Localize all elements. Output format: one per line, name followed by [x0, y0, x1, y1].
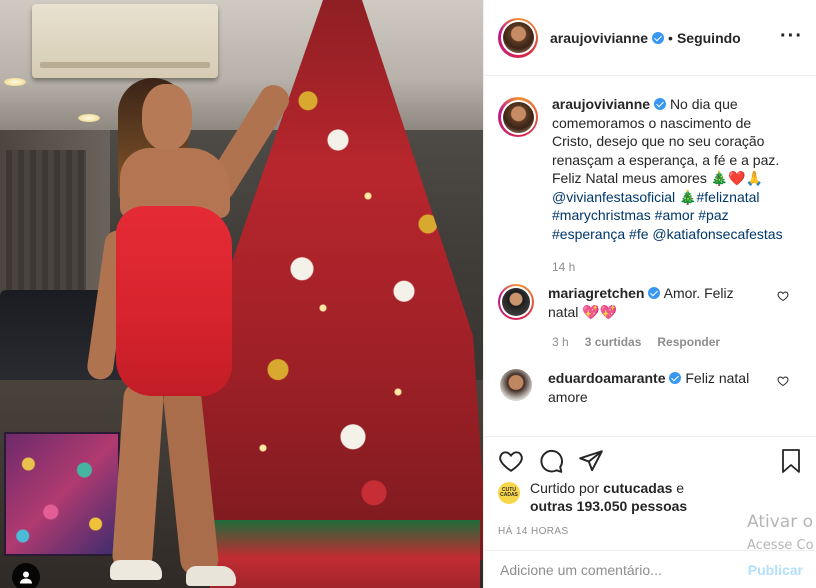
avatar-border — [500, 286, 532, 318]
photo-person-face — [142, 84, 192, 150]
liker-avatar[interactable]: CUTU CADAS — [498, 482, 520, 504]
commenter-avatar-image — [502, 288, 530, 316]
comment-emoji: 💖💖 — [582, 303, 618, 320]
reply-button[interactable]: Responder — [657, 335, 720, 349]
comment-text: mariagretchen Amor. Feliz natal 💖💖 — [548, 284, 758, 321]
comment-input[interactable] — [500, 561, 730, 578]
post-side-panel: araujovivianne • Seguindo ··· araujovivi… — [483, 0, 816, 588]
comment-item: mariagretchen Amor. Feliz natal 💖💖 — [498, 284, 803, 321]
post-caption: araujovivianne No dia que comemoramos o … — [498, 95, 803, 243]
liked-by-others[interactable]: outras 193.050 pessoas — [530, 498, 687, 514]
comment-text: eduardoamarante Feliz natal amore — [548, 369, 758, 406]
caption-text: araujovivianne No dia que comemoramos o … — [552, 95, 792, 243]
photo-gift-box — [4, 432, 120, 556]
photo-person-dress — [116, 206, 232, 396]
comment-like-icon[interactable] — [777, 290, 789, 302]
header-separator: • — [668, 29, 673, 46]
more-options-button[interactable]: ··· — [780, 25, 803, 47]
comment-username[interactable]: mariagretchen — [548, 285, 644, 301]
author-avatar-image — [502, 22, 534, 53]
photo-ceiling-light — [78, 114, 100, 122]
comment-likes-count[interactable]: 3 curtidas — [585, 335, 642, 349]
commenter-avatar[interactable] — [500, 369, 532, 401]
caption-timestamp[interactable]: 14 h — [552, 260, 803, 274]
photo-person-shoe — [110, 560, 162, 580]
comment-icon[interactable] — [538, 448, 564, 474]
comment-meta: 3 h 3 curtidas Responder — [552, 335, 803, 349]
add-comment-bar: Publicar — [484, 550, 816, 588]
caption-mention[interactable]: @vivianfestasoficial — [552, 189, 675, 205]
caption-mention[interactable]: @katiafonsecafestas — [652, 226, 782, 242]
windows-activation-watermark: Ativar o Acesse Co — [747, 512, 814, 553]
photo-air-conditioner — [32, 4, 218, 78]
liked-by-user[interactable]: cutucadas — [603, 480, 672, 496]
author-username[interactable]: araujovivianne — [550, 30, 648, 46]
more-icon: ··· — [780, 25, 803, 47]
avatar-border — [500, 99, 536, 135]
verified-icon — [648, 287, 661, 299]
user-tag-icon — [20, 571, 32, 584]
comment-item: eduardoamarante Feliz natal amore — [498, 369, 803, 406]
caption-author-avatar-image — [502, 101, 534, 133]
post-actions-bar — [484, 436, 816, 484]
comment-like-icon[interactable] — [777, 375, 789, 387]
liked-by-prefix: Curtido por — [530, 480, 600, 496]
watermark-title: Ativar o — [747, 512, 813, 532]
photo-curtain — [6, 150, 86, 290]
heart-icon[interactable] — [498, 448, 524, 474]
author-avatar[interactable] — [498, 17, 538, 58]
user-tag-button[interactable] — [12, 563, 40, 588]
likes-text: Curtido por cutucadas e outras 193.050 p… — [530, 479, 710, 515]
following-button[interactable]: Seguindo — [677, 30, 741, 46]
liked-by-conjunction: e — [676, 480, 685, 496]
post-photo[interactable] — [0, 0, 483, 588]
comment-timestamp[interactable]: 3 h — [552, 335, 569, 349]
photo-tree-presents — [210, 520, 480, 588]
post-header: araujovivianne • Seguindo ··· — [484, 0, 816, 76]
likes-summary: CUTU CADAS Curtido por cutucadas e outra… — [498, 479, 710, 515]
bookmark-icon[interactable] — [779, 448, 803, 474]
share-icon[interactable] — [578, 448, 604, 474]
caption-emoji: 🎄 — [679, 188, 697, 205]
comment-username[interactable]: eduardoamarante — [548, 370, 665, 386]
photo-ceiling-light — [4, 78, 26, 86]
caption-author-avatar[interactable] — [498, 97, 538, 137]
verified-icon — [652, 31, 665, 44]
publish-button[interactable]: Publicar — [748, 562, 803, 578]
post-timestamp[interactable]: HÁ 14 HORAS — [498, 526, 569, 537]
avatar-border — [500, 20, 536, 55]
commenter-avatar[interactable] — [498, 284, 534, 320]
comments-list[interactable]: araujovivianne No dia que comemoramos o … — [484, 77, 816, 435]
caption-emoji: 🎄❤️🙏 — [710, 170, 764, 186]
caption-username[interactable]: araujovivianne — [552, 96, 650, 112]
watermark-subtitle: Acesse Co — [747, 538, 814, 553]
verified-icon — [654, 98, 667, 110]
photo-person-shoe — [186, 566, 236, 586]
verified-icon — [669, 372, 682, 384]
